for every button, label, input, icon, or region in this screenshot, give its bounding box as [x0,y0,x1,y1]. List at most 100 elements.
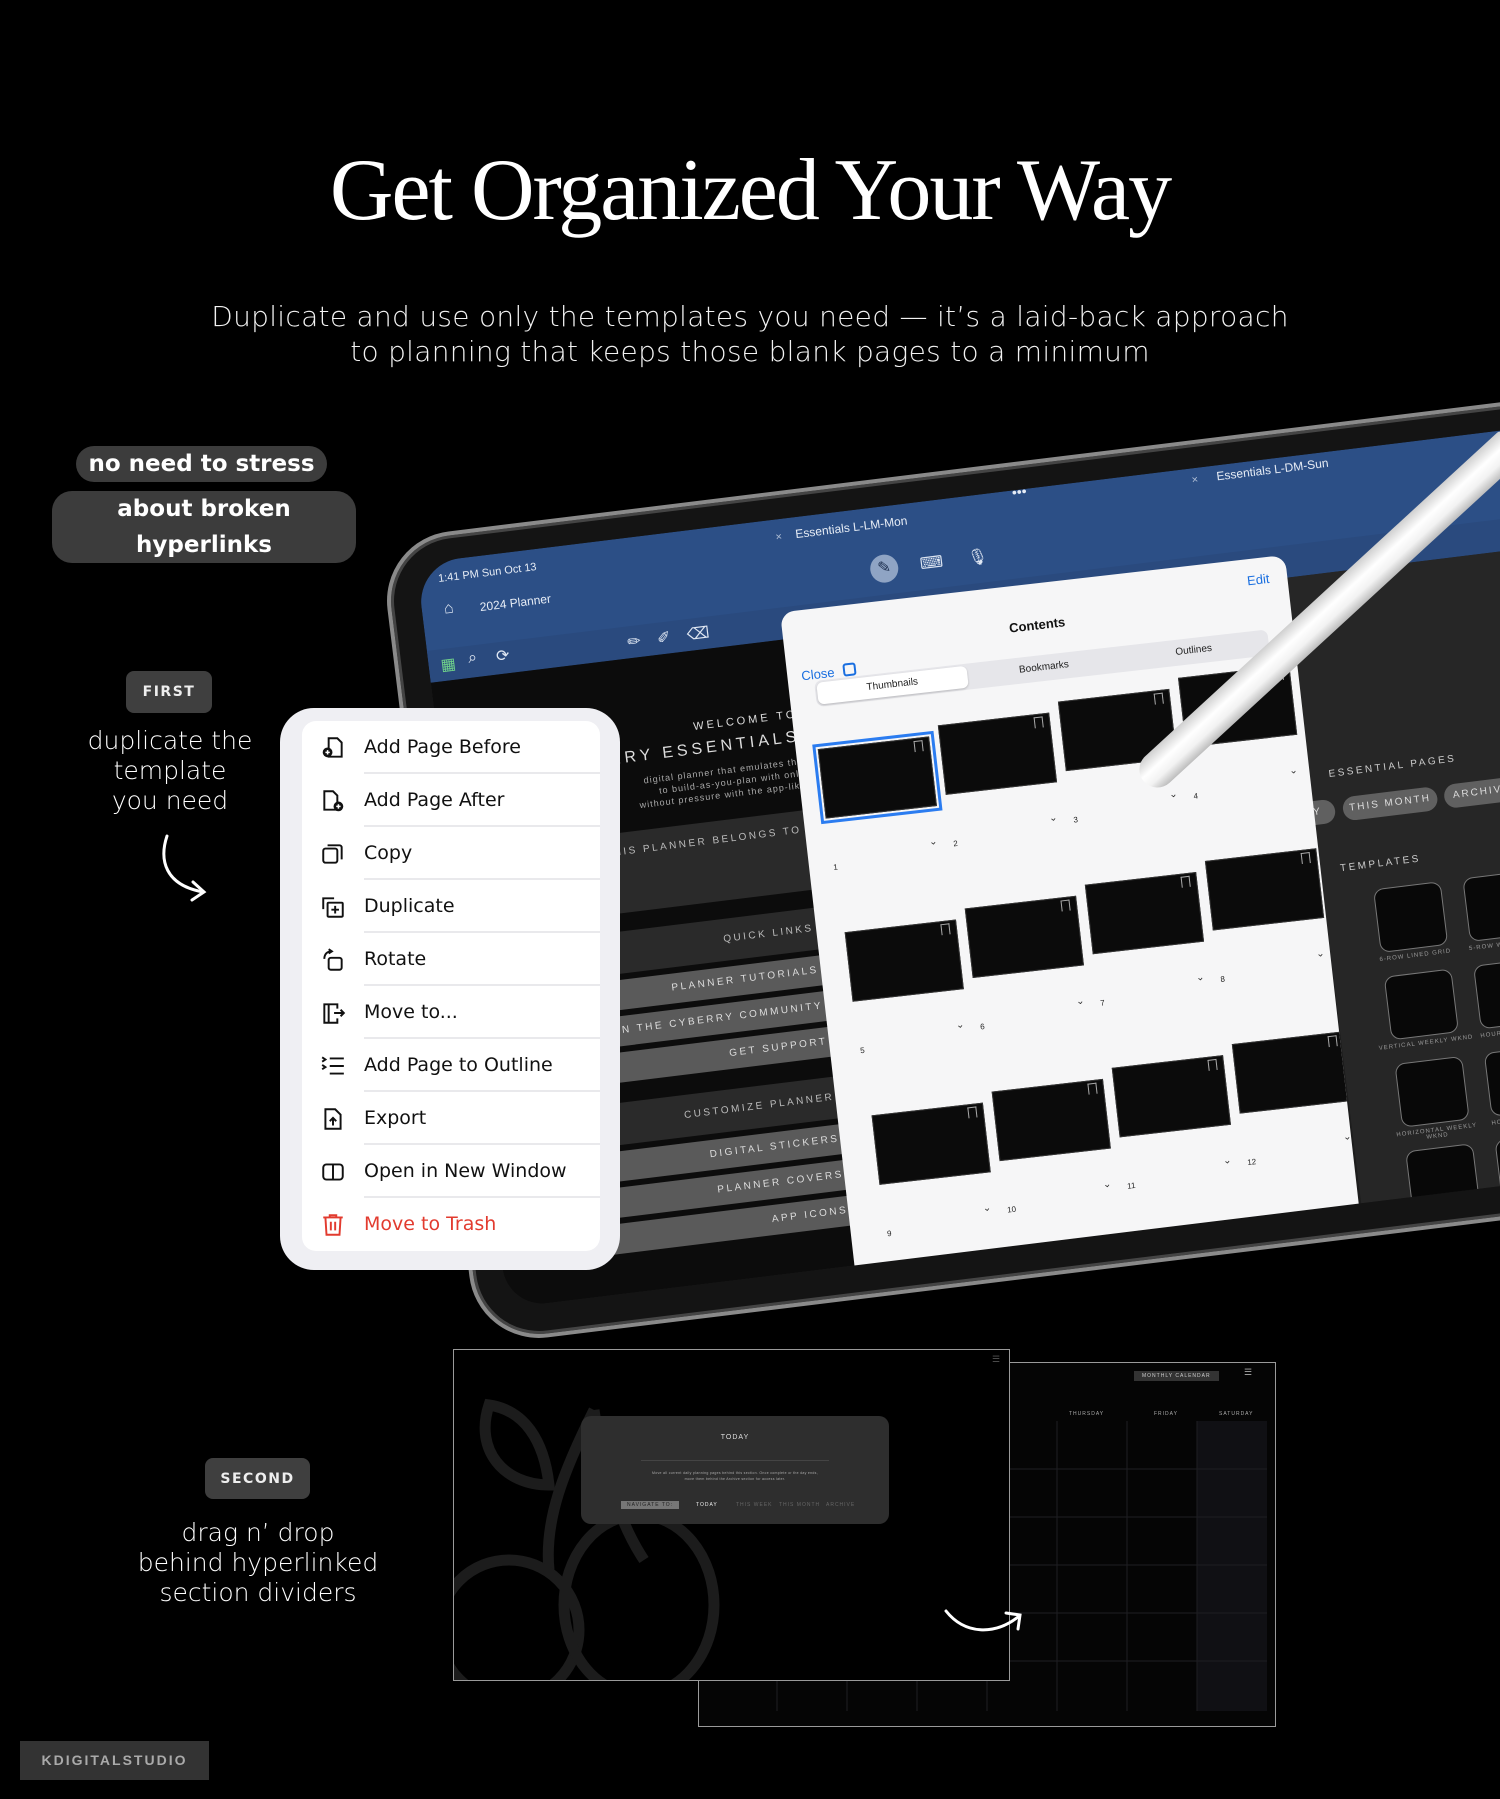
this-month-pill[interactable]: THIS MONTH [1341,786,1439,822]
menu-item-open-in-new-window[interactable]: Open in New Window [302,1145,600,1198]
chevron-down-icon[interactable]: ⌄ [955,1019,965,1031]
eraser-icon[interactable]: ⌫ [686,623,711,646]
template-tile[interactable] [1483,1044,1500,1117]
home-icon[interactable]: ⌂ [443,599,455,618]
menu-item-add-page-after[interactable]: Add Page After [302,774,600,827]
chevron-down-icon[interactable]: ⌄ [1316,948,1326,960]
pen-icon[interactable]: ✏ [626,631,642,652]
page-thumbnail[interactable] [871,1102,991,1185]
second-text-line: behind hyperlinked [137,1548,379,1577]
template-tile[interactable] [1473,957,1500,1030]
menu-item-move-to[interactable]: Move to... [302,986,600,1039]
pen-tool-icon[interactable]: ✎ [868,553,900,585]
menu-item-label: Move to... [364,986,600,1039]
grid-icon[interactable]: ▦ [440,654,457,676]
lasso-icon[interactable]: ⟳ [495,645,511,666]
template-tile[interactable] [1372,881,1449,953]
bookmark-icon[interactable] [1327,1035,1338,1048]
keyboard-icon[interactable]: ⌨ [919,552,944,575]
menu-icon[interactable]: ☰ [1244,1367,1253,1378]
page-thumbnail[interactable] [1138,1238,1258,1309]
bookmark-icon[interactable] [1207,1058,1218,1071]
weekday-header: FRIDAY [1154,1411,1178,1417]
page-thumbnail[interactable] [1018,1262,1138,1309]
menu-item-copy[interactable]: Copy [302,827,600,880]
bookmark-icon[interactable] [967,1106,978,1119]
template-tile[interactable] [1383,968,1460,1041]
page-thumbnail[interactable] [1258,1214,1369,1297]
archive-pill[interactable]: ARCHIVE [1442,775,1500,810]
chevron-down-icon[interactable]: ⌄ [1102,1179,1112,1191]
page-thumbnail[interactable] [1111,1055,1231,1138]
tab-essentials-sun[interactable]: Essentials L-DM-Sun [1216,456,1330,484]
monthly-calendar-button[interactable]: MONTHLY CALENDAR [1134,1371,1219,1381]
page-thumbnail[interactable] [844,919,964,1002]
bookmark-icon[interactable] [1180,875,1191,888]
bookmark-icon[interactable] [1234,1242,1245,1255]
menu-item-export[interactable]: Export [302,1092,600,1145]
today-desc: Move all current daily planning pages be… [651,1471,818,1475]
menu-item-rotate[interactable]: Rotate [302,933,600,986]
menu-item-duplicate[interactable]: Duplicate [302,880,600,933]
second-step-text: drag n’ drop behind hyperlinked section … [108,1518,408,1608]
subtitle-line-1: Duplicate and use only the templates you… [211,300,1289,333]
bookmark-icon[interactable] [1153,692,1164,705]
chevron-down-icon[interactable]: ⌄ [1075,996,1085,1008]
bookmark-icon[interactable] [1033,716,1044,729]
tab-thumbnails[interactable]: Thumbnails [816,665,969,705]
tab-close-icon[interactable]: × [1191,474,1199,487]
today-card: TODAY Move all current daily planning pa… [581,1416,889,1524]
nav-this-week[interactable]: THIS WEEK [736,1502,773,1508]
template-tile[interactable] [1462,870,1500,943]
bookmark-icon[interactable] [994,1289,1005,1302]
page-thumbnail[interactable] [1204,848,1325,931]
template-tile[interactable] [1494,1132,1500,1205]
chevron-down-icon[interactable]: ⌄ [1049,812,1059,824]
page-thumbnail[interactable] [898,1285,1018,1309]
menu-item-move-to-trash[interactable]: Move to Trash [302,1198,600,1251]
page-thumbnail[interactable] [812,730,943,825]
template-tile[interactable] [1394,1055,1470,1128]
callout-pill-2: about broken hyperlinks [52,491,356,563]
chevron-down-icon[interactable]: ⌄ [1289,765,1299,777]
chevron-down-icon[interactable]: ⌄ [1169,789,1179,801]
page-thumbnail[interactable] [937,712,1058,795]
nav-today[interactable]: TODAY [696,1502,718,1508]
tab-bookmarks[interactable]: Bookmarks [968,646,1121,689]
microphone-icon[interactable]: 🎙 [966,546,989,568]
bookmark-icon[interactable] [913,740,924,753]
chevron-down-icon[interactable]: ⌄ [1196,972,1206,984]
menu-item-add-page-to-outline[interactable]: Add Page to Outline [302,1039,600,1092]
pencil-icon[interactable]: ✐ [656,627,672,648]
menu-item-add-page-before[interactable]: Add Page Before [302,721,600,774]
copy-icon [302,841,364,867]
chevron-down-icon[interactable]: ⌄ [928,836,938,848]
chevron-down-icon[interactable]: ⌄ [1222,1155,1232,1167]
add-page-before-icon [302,735,364,761]
tab-essentials-mon[interactable]: Essentials L-LM-Mon [795,514,909,542]
page-thumbnail[interactable] [991,1078,1111,1162]
menu-icon[interactable]: ☰ [992,1354,1001,1365]
bookmark-icon[interactable] [940,923,951,936]
page-thumbnail[interactable] [1084,872,1205,955]
more-icon[interactable]: ••• [1011,483,1028,501]
edit-button[interactable]: Edit [1246,571,1270,588]
chevron-down-icon[interactable]: ⌄ [982,1202,992,1214]
bookmark-icon[interactable] [1300,852,1311,865]
template-tile[interactable] [1405,1143,1481,1216]
page-thumbnail[interactable] [964,895,1084,979]
page-number: 9 [886,1228,893,1239]
sidebar-toggle-icon[interactable] [842,662,857,677]
bookmark-icon[interactable] [1087,1082,1098,1095]
page-number: 2 [952,838,959,849]
chevron-down-icon[interactable]: ⌄ [1343,1131,1353,1143]
tab-close-icon[interactable]: × [775,531,783,544]
page-thumbnail[interactable] [1231,1031,1352,1114]
bookmark-icon[interactable] [1060,899,1071,912]
bookmark-icon[interactable] [1114,1265,1125,1278]
nav-archive[interactable]: ARCHIVE [826,1502,855,1508]
page-number: 5 [859,1045,866,1056]
bookmark-icon[interactable] [1354,1218,1365,1231]
nav-this-month[interactable]: THIS MONTH [779,1502,820,1508]
essential-pages-heading: ESSENTIAL PAGES [1327,753,1458,780]
